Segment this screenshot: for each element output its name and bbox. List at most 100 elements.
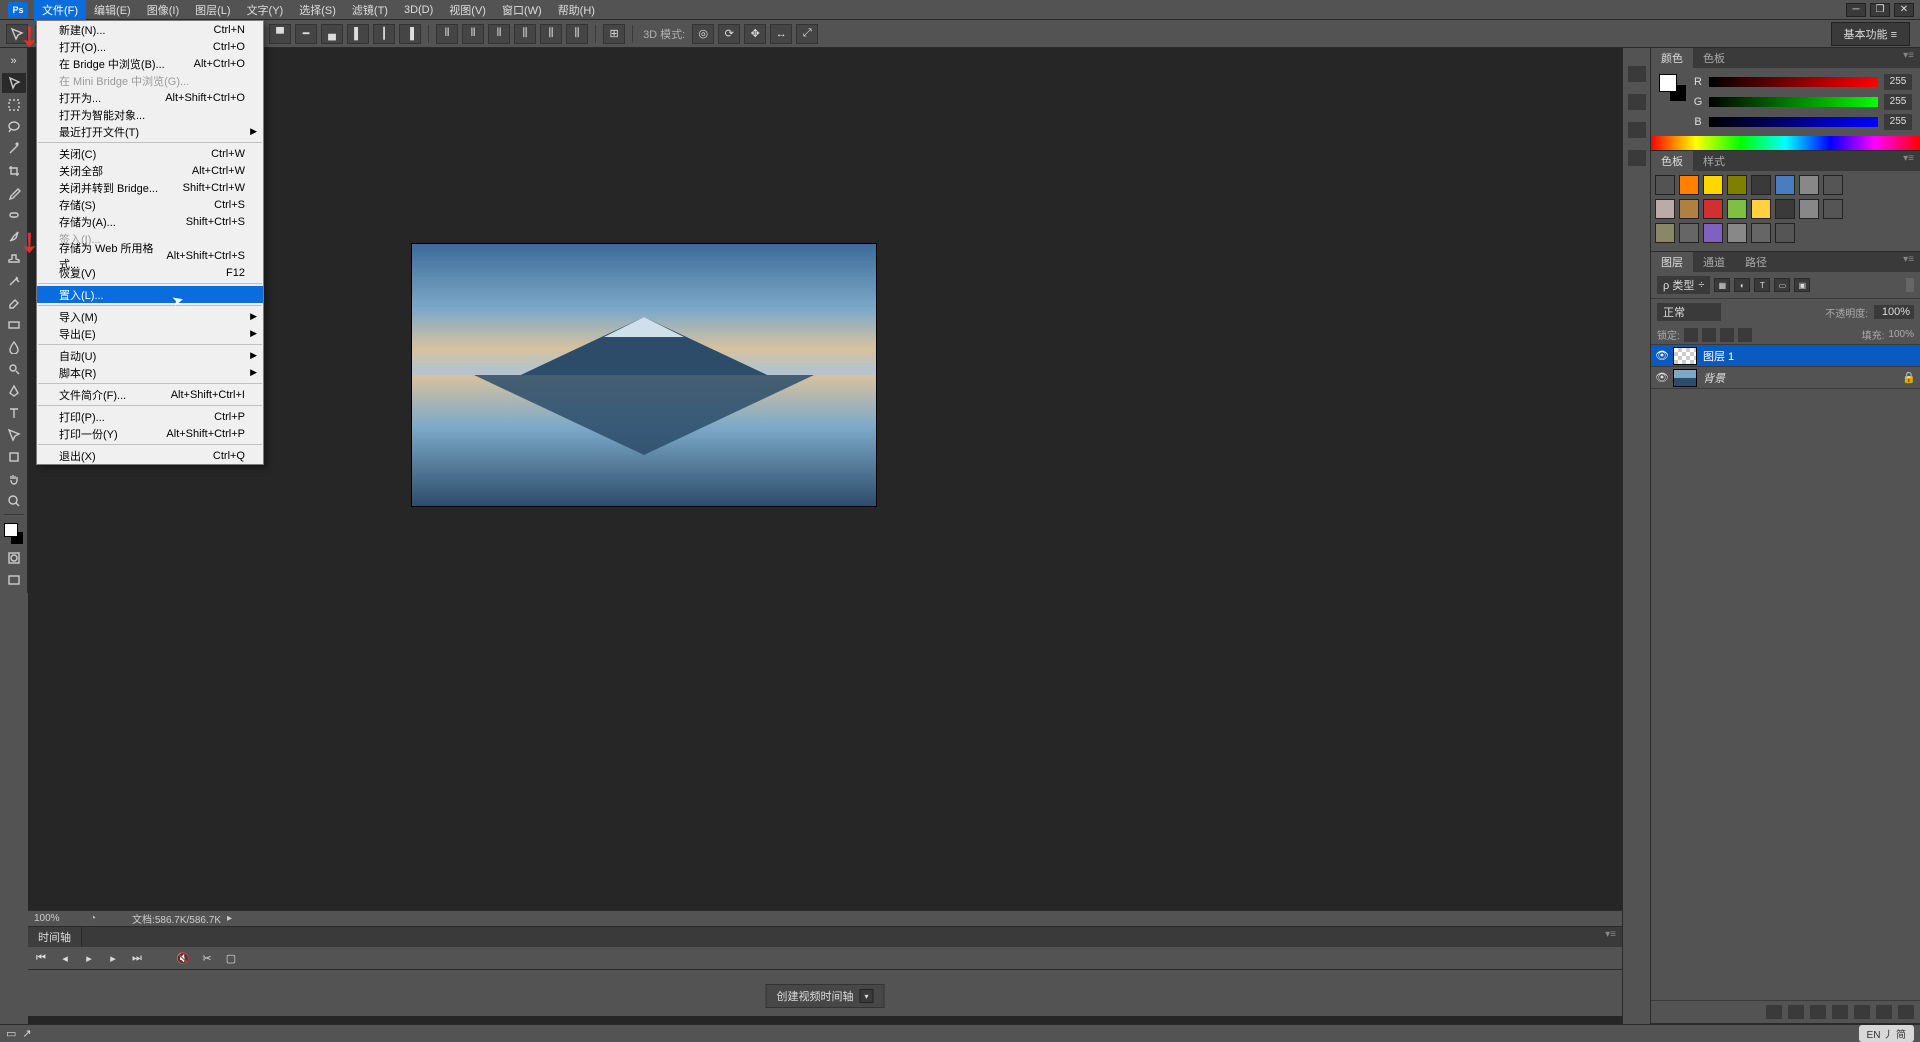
file-menu-item[interactable]: 打印(P)...Ctrl+P xyxy=(37,408,263,425)
menu-file[interactable]: 文件(F) xyxy=(34,0,86,21)
swatch[interactable] xyxy=(1679,223,1699,243)
distribute-bottom-icon[interactable]: ⫴ xyxy=(488,24,510,44)
heal-tool[interactable] xyxy=(2,205,26,225)
align-bottom-icon[interactable]: ▄ xyxy=(321,24,343,44)
menu-layer[interactable]: 图层(L) xyxy=(187,0,238,21)
tl-first-icon[interactable]: ⏮ xyxy=(34,951,48,965)
distribute-right-icon[interactable]: ⫼ xyxy=(566,24,588,44)
tl-prev-icon[interactable]: ◂ xyxy=(58,951,72,965)
eraser-tool[interactable] xyxy=(2,293,26,313)
tab-styles[interactable]: 样式 xyxy=(1693,151,1735,171)
file-menu-item[interactable]: 打开为智能对象... xyxy=(37,106,263,123)
swatch[interactable] xyxy=(1751,223,1771,243)
delete-layer-icon[interactable] xyxy=(1898,1005,1914,1019)
group-icon[interactable] xyxy=(1854,1005,1870,1019)
screenmode-tool[interactable] xyxy=(2,570,26,590)
marquee-tool[interactable] xyxy=(2,95,26,115)
color-spectrum[interactable] xyxy=(1651,136,1920,150)
layer-thumb[interactable] xyxy=(1673,347,1697,365)
dock-para-icon[interactable] xyxy=(1628,122,1646,138)
create-timeline-button[interactable]: 创建视频时间轴 ▾ xyxy=(766,984,885,1008)
file-menu-item[interactable]: 导出(E)▶ xyxy=(37,325,263,342)
canvas-area[interactable] xyxy=(28,48,1622,1042)
taskbar-app-icon[interactable]: ▭ xyxy=(6,1027,16,1040)
visibility-icon[interactable]: 👁 xyxy=(1655,371,1667,384)
lock-pixel-icon[interactable] xyxy=(1702,328,1716,342)
align-top-icon[interactable]: ▀ xyxy=(269,24,291,44)
file-menu-item[interactable]: 存储为(A)...Shift+Ctrl+S xyxy=(37,213,263,230)
swatch[interactable] xyxy=(1727,175,1747,195)
create-timeline-dropdown-icon[interactable]: ▾ xyxy=(860,989,874,1003)
history-brush-tool[interactable] xyxy=(2,271,26,291)
mode3d-zoom-icon[interactable]: ⤢ xyxy=(796,24,818,44)
swatch[interactable] xyxy=(1727,223,1747,243)
file-menu-item[interactable]: 关闭(C)Ctrl+W xyxy=(37,145,263,162)
mode3d-pan-icon[interactable]: ✥ xyxy=(744,24,766,44)
swatch[interactable] xyxy=(1655,175,1675,195)
status-arrow-icon[interactable]: ▸ xyxy=(227,913,232,924)
quickmask-tool[interactable] xyxy=(2,548,26,568)
mode3d-orbit-icon[interactable]: ◎ xyxy=(692,24,714,44)
menu-type[interactable]: 文字(Y) xyxy=(239,0,292,21)
distribute-hcenter-icon[interactable]: ⫼ xyxy=(540,24,562,44)
filter-shape-icon[interactable]: ▭ xyxy=(1774,278,1790,292)
dock-styles-icon[interactable] xyxy=(1628,150,1646,166)
g-slider[interactable] xyxy=(1709,97,1878,107)
lock-trans-icon[interactable] xyxy=(1684,328,1698,342)
b-value[interactable]: 255 xyxy=(1884,114,1912,130)
g-value[interactable]: 255 xyxy=(1884,94,1912,110)
gradient-tool[interactable] xyxy=(2,315,26,335)
zoom-level[interactable]: 100% xyxy=(34,913,84,924)
swatch[interactable] xyxy=(1823,199,1843,219)
lock-pos-icon[interactable] xyxy=(1720,328,1734,342)
layer-mask-icon[interactable] xyxy=(1810,1005,1826,1019)
menu-edit[interactable]: 编辑(E) xyxy=(86,0,139,21)
file-menu-item[interactable]: 关闭并转到 Bridge...Shift+Ctrl+W xyxy=(37,179,263,196)
pen-tool[interactable] xyxy=(2,381,26,401)
layer-thumb[interactable] xyxy=(1673,369,1697,387)
crop-tool[interactable] xyxy=(2,161,26,181)
align-right-icon[interactable]: ▐ xyxy=(399,24,421,44)
move-tool[interactable] xyxy=(2,73,26,93)
file-menu-item[interactable]: 打开为...Alt+Shift+Ctrl+O xyxy=(37,89,263,106)
fill-value[interactable]: 100% xyxy=(1888,329,1914,340)
doc-info[interactable]: 文档:586.7K/586.7K xyxy=(132,911,221,926)
filter-smart-icon[interactable]: ▣ xyxy=(1794,278,1810,292)
tab-color[interactable]: 颜色 xyxy=(1651,48,1693,68)
menu-filter[interactable]: 滤镜(T) xyxy=(344,0,396,21)
dock-char-icon[interactable] xyxy=(1628,94,1646,110)
swatch[interactable] xyxy=(1751,199,1771,219)
hand-tool[interactable] xyxy=(2,469,26,489)
close-button[interactable]: ✕ xyxy=(1894,3,1914,17)
menu-window[interactable]: 窗口(W) xyxy=(494,0,550,21)
swatch[interactable] xyxy=(1775,223,1795,243)
file-menu-item[interactable]: 在 Bridge 中浏览(B)...Alt+Ctrl+O xyxy=(37,55,263,72)
collapse-toolbar-icon[interactable]: » xyxy=(2,51,26,71)
swatch[interactable] xyxy=(1775,175,1795,195)
dodge-tool[interactable] xyxy=(2,359,26,379)
color-flyout-icon[interactable]: ▾≡ xyxy=(1897,48,1920,68)
filter-adjust-icon[interactable]: ◐ xyxy=(1734,278,1750,292)
tl-scissors-icon[interactable]: ✂ xyxy=(200,951,214,965)
file-menu-item[interactable]: 打开(O)...Ctrl+O xyxy=(37,38,263,55)
swatch[interactable] xyxy=(1703,199,1723,219)
mode3d-roll-icon[interactable]: ⟳ xyxy=(718,24,740,44)
menu-3d[interactable]: 3D(D) xyxy=(396,1,441,19)
file-menu-item[interactable]: 自动(U)▶ xyxy=(37,347,263,364)
swatch[interactable] xyxy=(1703,223,1723,243)
tab-paths[interactable]: 路径 xyxy=(1735,252,1777,272)
tab-swatch[interactable]: 色板 xyxy=(1693,48,1735,68)
r-value[interactable]: 255 xyxy=(1884,74,1912,90)
taskbar-arrow-icon[interactable]: ↗ xyxy=(22,1027,31,1040)
file-menu-item[interactable]: 新建(N)...Ctrl+N xyxy=(37,21,263,38)
zoom-tool[interactable] xyxy=(2,491,26,511)
swatch[interactable] xyxy=(1799,175,1819,195)
tl-audio-icon[interactable]: 🔇 xyxy=(176,951,190,965)
filter-pixel-icon[interactable]: ▦ xyxy=(1714,278,1730,292)
dock-history-icon[interactable] xyxy=(1628,66,1646,82)
distribute-vcenter-icon[interactable]: ⫴ xyxy=(462,24,484,44)
link-layers-icon[interactable] xyxy=(1766,1005,1782,1019)
wand-tool[interactable] xyxy=(2,139,26,159)
swatch[interactable] xyxy=(1799,199,1819,219)
menu-image[interactable]: 图像(I) xyxy=(139,0,187,21)
